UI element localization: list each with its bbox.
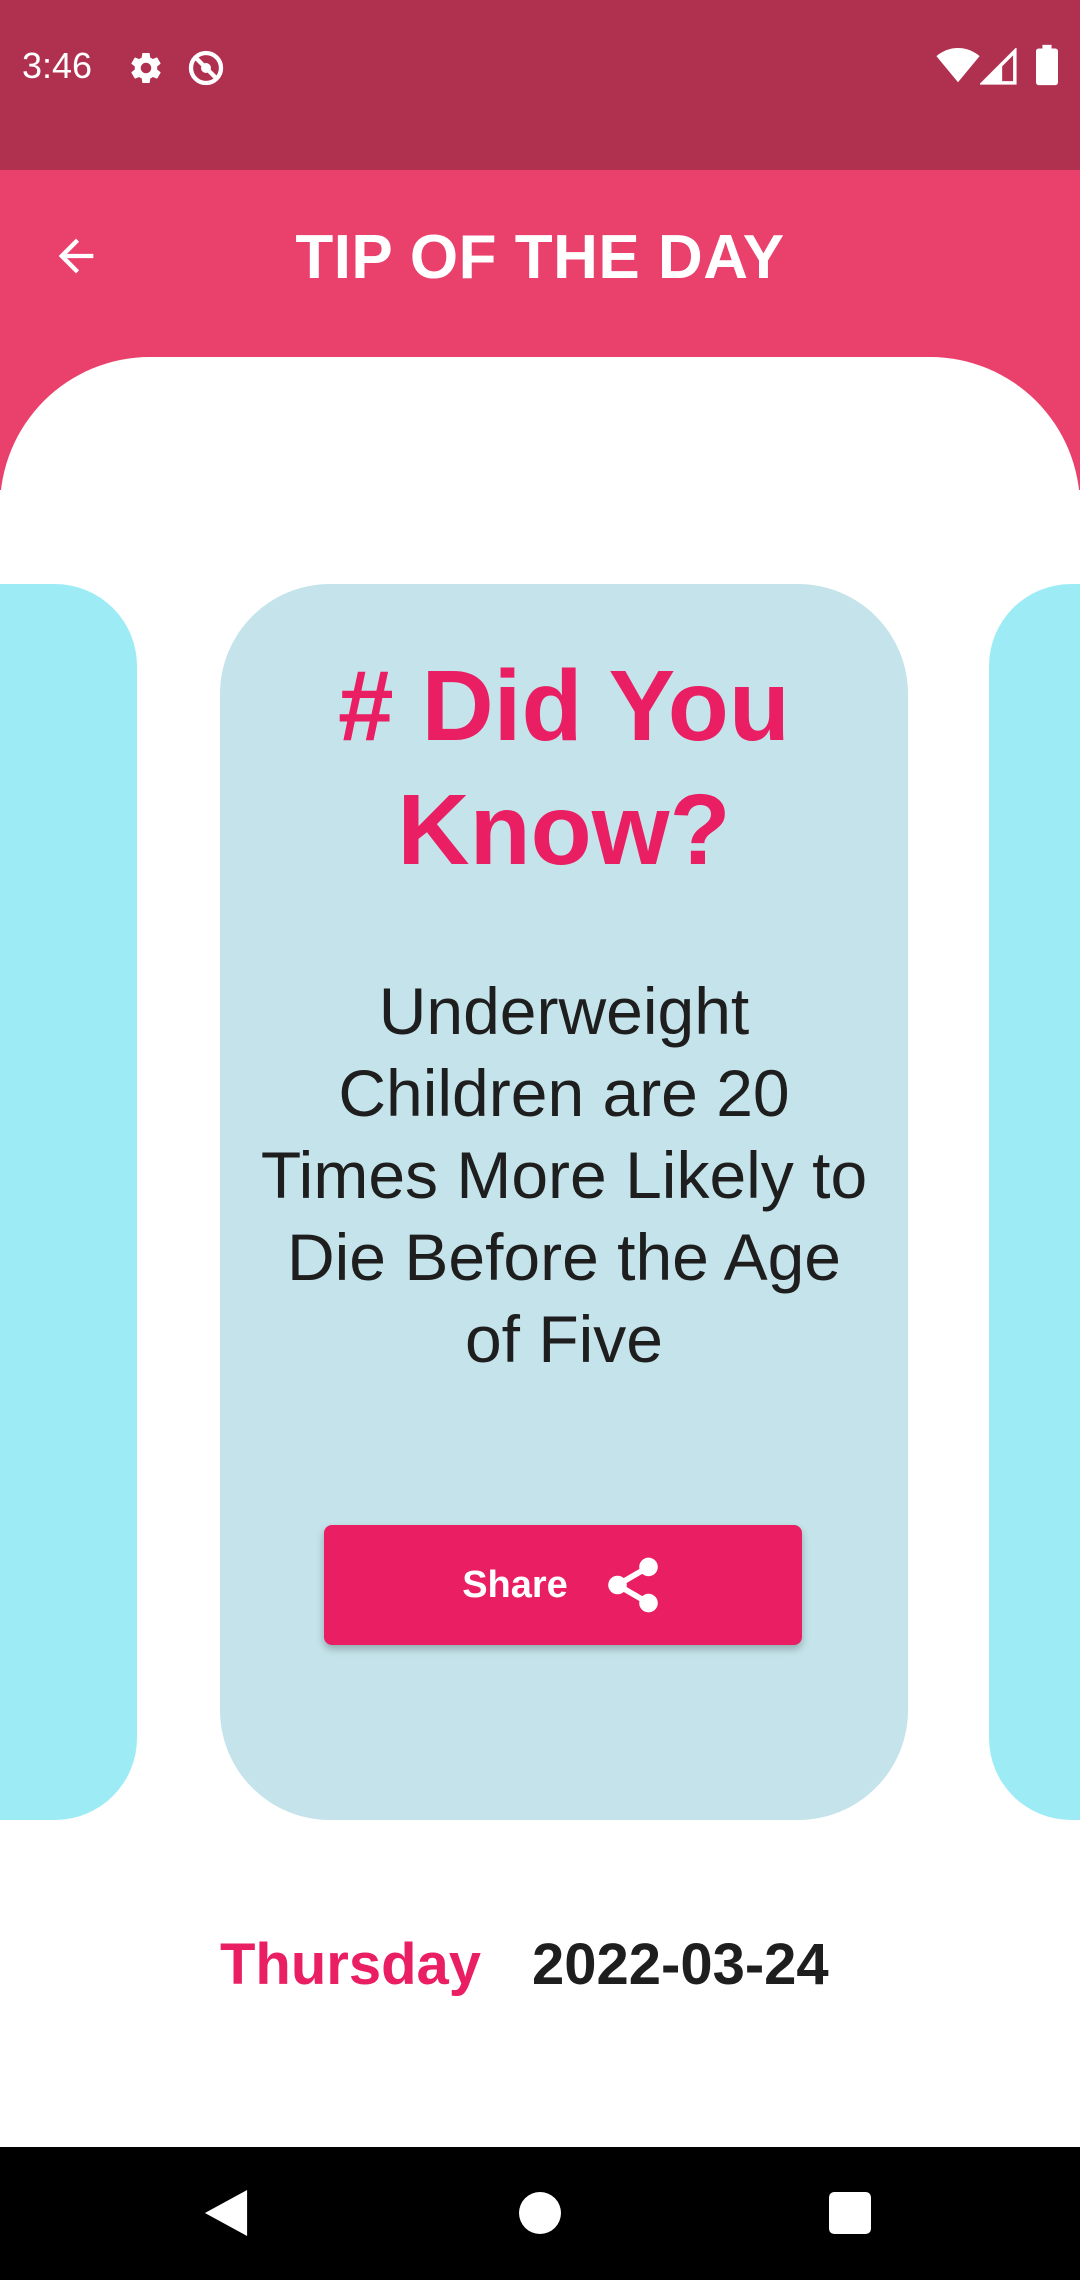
status-bar: 3:46: [0, 0, 1080, 170]
tip-card[interactable]: # Did You Know? Underweight Children are…: [220, 584, 908, 1820]
navigation-bar: [0, 2147, 1080, 2280]
tip-body: Underweight Children are 20 Times More L…: [260, 974, 868, 1376]
nav-back-button[interactable]: [196, 2183, 256, 2243]
day-label: Thursday: [220, 1932, 482, 1997]
previous-tip-card[interactable]: [0, 584, 137, 1820]
page-title: TIP OF THE DAY: [295, 223, 785, 292]
share-button[interactable]: Share: [324, 1525, 802, 1645]
share-icon: [608, 1557, 658, 1613]
next-tip-card[interactable]: [989, 584, 1080, 1820]
nav-home-button[interactable]: [510, 2183, 570, 2243]
wifi-icon: [936, 48, 980, 83]
battery-icon: [1036, 44, 1058, 86]
date-label: 2022-03-24: [532, 1932, 829, 1997]
tip-heading: # Did You Know?: [338, 650, 790, 886]
date-row: Thursday 2022-03-24: [0, 1930, 1080, 2000]
no-sync-icon: [188, 50, 224, 86]
share-label: Share: [462, 1563, 568, 1606]
status-time: 3:46: [22, 45, 93, 86]
recents-square-icon: [829, 2192, 871, 2234]
home-circle-icon: [519, 2192, 561, 2234]
nav-recents-button[interactable]: [820, 2183, 880, 2243]
back-triangle-icon: [204, 2190, 248, 2236]
cell-signal-icon: [980, 48, 1017, 85]
gear-icon: [131, 53, 161, 84]
